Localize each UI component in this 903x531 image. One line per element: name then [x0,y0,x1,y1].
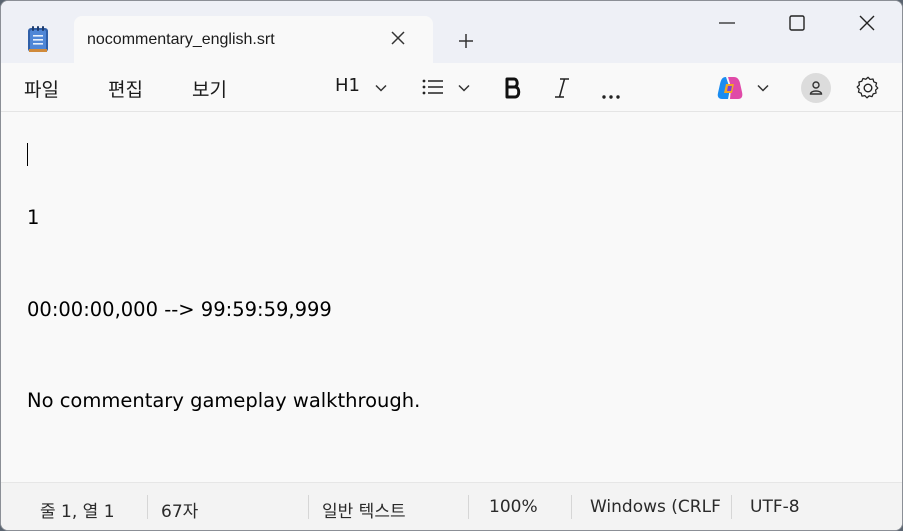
menu-edit[interactable]: 편집 [108,75,143,102]
menu-file[interactable]: 파일 [24,75,59,102]
copilot-icon[interactable] [717,75,743,101]
status-text-format[interactable]: 일반 텍스트 [322,497,406,522]
tab-close-icon[interactable] [390,30,406,46]
status-divider [308,495,309,519]
status-zoom[interactable]: 100% [489,497,538,517]
close-window-icon[interactable] [857,13,877,33]
editor-line: 00:00:00,000 --> 99:59:59,999 [27,297,332,321]
status-char-count: 67자 [161,502,199,522]
status-divider [731,495,732,519]
menu-view[interactable]: 보기 [192,75,227,102]
status-divider [147,495,148,519]
bold-icon[interactable] [504,77,522,103]
notepad-icon [27,25,49,53]
status-line-ending[interactable]: Windows (CRLF [590,497,721,517]
tab-title: nocommentary_english.srt [87,31,275,48]
status-divider [468,495,469,519]
text-caret [27,143,28,166]
account-avatar[interactable] [801,73,831,103]
bulleted-list-icon[interactable] [422,78,444,100]
editor-line: No commentary gameplay walkthrough. [27,389,421,412]
heading-button[interactable]: H1 [335,75,360,96]
text-editor[interactable]: 1 00:00:00,000 --> 99:59:59,999 No comme… [1,112,902,482]
chevron-down-icon[interactable] [457,80,471,94]
notepad-window: nocommentary_english.srt 파일 편집 보기 H1 1 0… [0,0,903,531]
more-icon[interactable] [601,85,621,104]
minimize-icon[interactable] [717,13,737,33]
italic-icon[interactable] [553,77,571,103]
title-bar: nocommentary_english.srt [1,1,902,65]
chevron-down-icon[interactable] [374,80,388,94]
chevron-down-icon[interactable] [756,80,770,94]
gear-icon[interactable] [856,76,880,100]
new-tab-plus-icon[interactable] [456,31,476,51]
status-cursor-position: 줄 1, 열 1 [40,502,115,522]
toolbar: 파일 편집 보기 H1 [1,63,902,112]
account-icon [809,81,823,95]
status-bar: 줄 1, 열 1 67자 일반 텍스트 100% Windows (CRLF U… [1,482,902,530]
maximize-icon[interactable] [787,13,807,33]
tab-document[interactable]: nocommentary_english.srt [74,16,433,65]
status-encoding[interactable]: UTF-8 [750,497,800,517]
editor-line: 1 [27,206,40,229]
status-divider [571,495,572,519]
editor-content[interactable]: 1 00:00:00,000 --> 99:59:59,999 No comme… [27,142,420,478]
